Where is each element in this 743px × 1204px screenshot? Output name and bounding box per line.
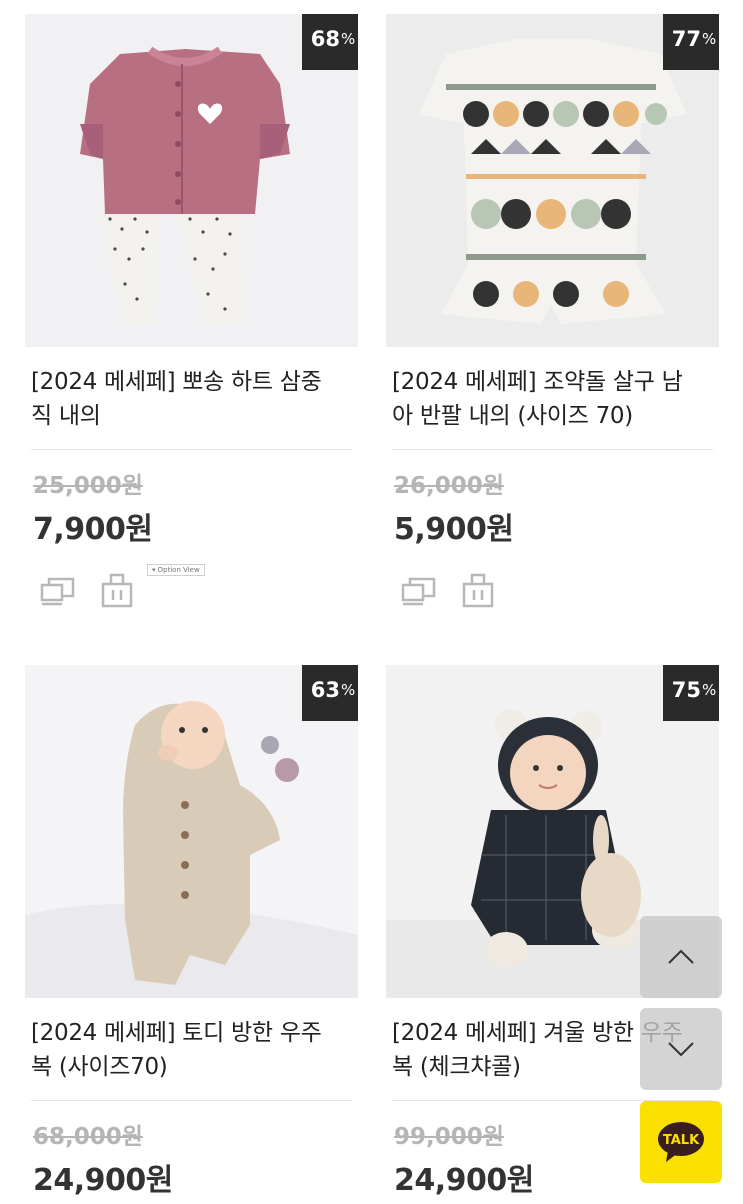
discount-unit: %	[701, 681, 717, 699]
kakao-talk-button[interactable]: TALK	[640, 1101, 722, 1183]
product-title[interactable]: [2024 메세페] 뽀송 하트 삼중 직 내의	[25, 365, 358, 433]
discount-badge: 77%	[663, 14, 719, 70]
discount-badge: 63%	[302, 665, 358, 721]
discount-value: 68	[310, 27, 340, 51]
title-line-1: [2024 메세페] 조약돌 살구 남	[392, 369, 683, 395]
compare-icon[interactable]	[39, 570, 79, 610]
discount-value: 63	[310, 678, 340, 702]
product-image[interactable]: 77%	[386, 14, 719, 347]
title-line-2: 아 반팔 내의 (사이즈 70)	[392, 403, 633, 429]
scroll-up-button[interactable]	[640, 916, 722, 998]
product-image[interactable]: 63%	[25, 665, 358, 998]
discount-value: 77	[671, 27, 701, 51]
discount-badge: 75%	[663, 665, 719, 721]
original-price: 26,000원	[394, 473, 504, 499]
original-price: 25,000원	[33, 473, 143, 499]
chevron-down-icon: ▾	[152, 566, 156, 574]
compare-icon[interactable]	[400, 570, 440, 610]
product-card[interactable]: 68% [2024 메세페] 뽀송 하트 삼중 직 내의 25,000원 7,9…	[25, 14, 358, 610]
sale-price: 24,900원	[33, 1163, 173, 1198]
talk-bubble-icon: TALK	[658, 1122, 704, 1162]
chevron-up-icon	[668, 949, 694, 964]
product-actions: ▾ Option View	[25, 564, 358, 610]
product-actions	[386, 570, 719, 610]
product-card[interactable]: 77% [2024 메세페] 조약돌 살구 남 아 반팔 내의 (사이즈 70)…	[386, 14, 719, 610]
product-image[interactable]: 68%	[25, 14, 358, 347]
discount-unit: %	[340, 681, 356, 699]
discount-badge: 68%	[302, 14, 358, 70]
discount-value: 75	[671, 678, 701, 702]
original-price: 68,000원	[33, 1124, 143, 1150]
product-title[interactable]: [2024 메세페] 조약돌 살구 남 아 반팔 내의 (사이즈 70)	[386, 365, 719, 433]
title-line-2: 직 내의	[31, 403, 101, 429]
option-view-label: Option View	[157, 566, 200, 574]
divider	[31, 1100, 352, 1101]
option-view-button[interactable]: ▾ Option View	[147, 564, 205, 576]
product-title[interactable]: [2024 메세페] 토디 방한 우주 복 (사이즈70)	[25, 1016, 358, 1084]
cart-icon[interactable]	[97, 570, 137, 610]
cart-icon[interactable]	[458, 570, 498, 610]
chevron-down-icon	[668, 1042, 694, 1057]
discount-unit: %	[340, 30, 356, 48]
title-line-1: [2024 메세페] 토디 방한 우주	[31, 1020, 322, 1046]
sale-price: 7,900원	[33, 512, 153, 547]
divider	[392, 449, 713, 450]
title-line-1: [2024 메세페] 뽀송 하트 삼중	[31, 369, 322, 395]
scroll-down-button[interactable]	[640, 1008, 722, 1090]
discount-unit: %	[701, 30, 717, 48]
product-card[interactable]: 63% [2024 메세페] 토디 방한 우주 복 (사이즈70) 68,000…	[25, 665, 358, 1199]
sale-price: 5,900원	[394, 512, 514, 547]
talk-label: TALK	[663, 1133, 700, 1148]
divider	[31, 449, 352, 450]
title-line-2: 복 (사이즈70)	[31, 1054, 168, 1080]
